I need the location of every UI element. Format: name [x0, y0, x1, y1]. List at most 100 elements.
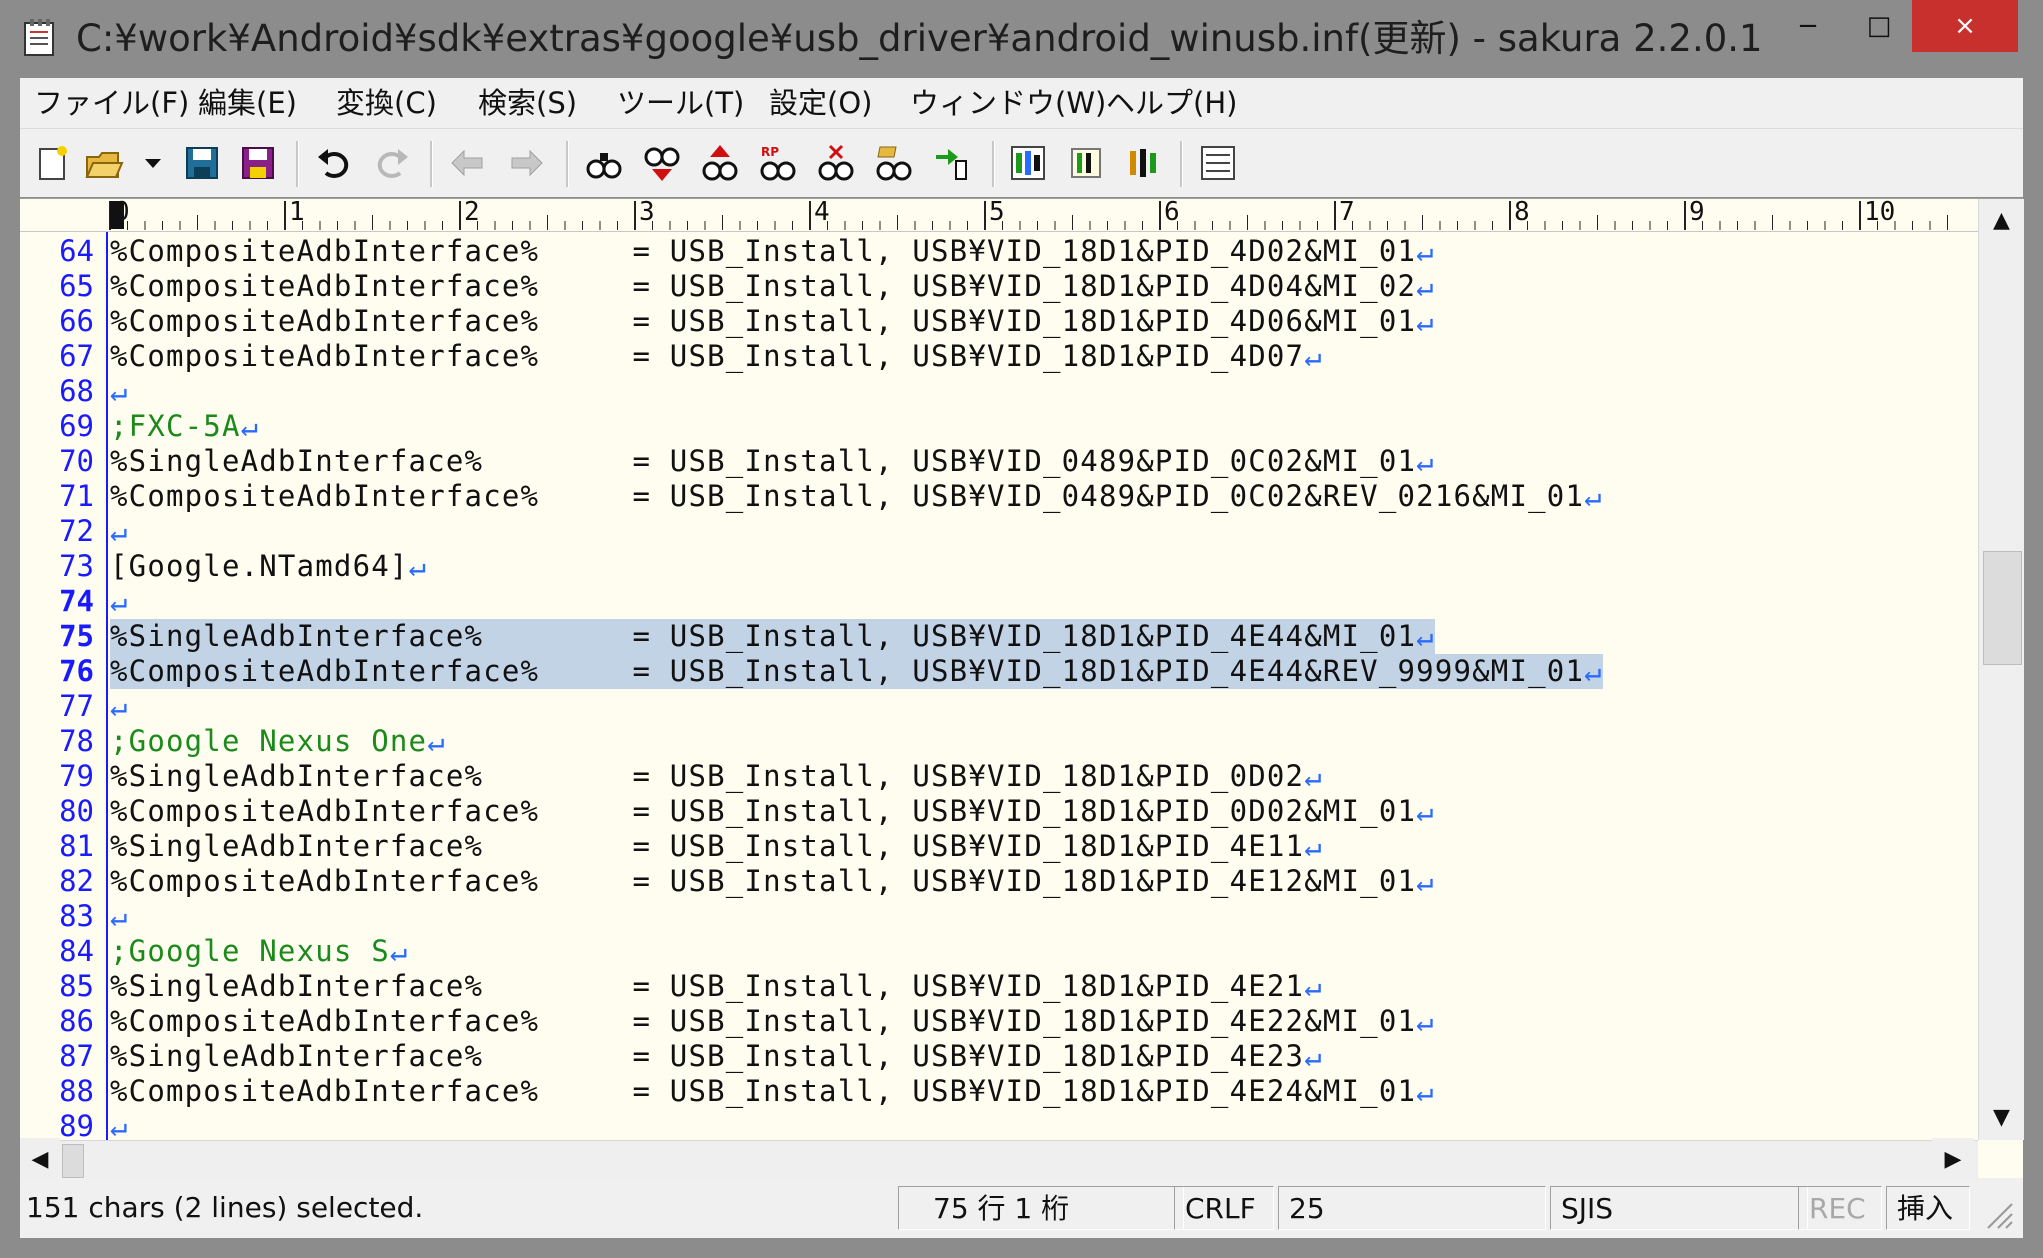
code-line[interactable]: %CompositeAdbInterface% = USB_Install, U…	[110, 479, 1603, 514]
eol-type[interactable]: CRLF	[1174, 1186, 1274, 1230]
newline-mark-icon: ↵	[1304, 969, 1323, 1003]
replace-icon[interactable]: RP	[758, 143, 798, 183]
code-line[interactable]: %SingleAdbInterface% = USB_Install, USB¥…	[110, 759, 1323, 794]
line-number: 80	[59, 794, 94, 828]
code-line[interactable]: ↵	[110, 514, 129, 549]
code-line[interactable]: %CompositeAdbInterface% = USB_Install, U…	[110, 304, 1435, 339]
encoding[interactable]: SJIS	[1550, 1186, 1808, 1230]
toolbar: RP	[20, 129, 2023, 197]
window-list-icon[interactable]	[1198, 143, 1238, 183]
jump-icon[interactable]	[932, 143, 972, 183]
editor-area[interactable]: 012345678910 646566676869707172737475767…	[20, 197, 2024, 1182]
outline-icon[interactable]	[1008, 143, 1048, 183]
grep-icon[interactable]	[874, 143, 914, 183]
code-line[interactable]: ↵	[110, 1109, 129, 1140]
search-icon[interactable]	[584, 143, 624, 183]
scroll-right-arrow[interactable]: ▶	[1932, 1138, 1974, 1182]
code-line-text: %CompositeAdbInterface% = USB_Install, U…	[110, 234, 1417, 268]
menu-tools[interactable]: ツール(T)	[617, 78, 744, 128]
text-content[interactable]: %CompositeAdbInterface% = USB_Install, U…	[110, 232, 1978, 1140]
line-number: 86	[59, 1004, 94, 1038]
code-line[interactable]: %CompositeAdbInterface% = USB_Install, U…	[110, 1004, 1435, 1039]
move-forward-icon[interactable]	[506, 143, 546, 183]
open-dropdown-icon[interactable]	[142, 143, 164, 183]
code-line[interactable]: %SingleAdbInterface% = USB_Install, USB¥…	[110, 619, 1435, 654]
menu-convert[interactable]: 変換(C)	[336, 78, 437, 128]
code-line-text: %SingleAdbInterface% = USB_Install, USB¥…	[110, 619, 1417, 653]
code-line[interactable]: %CompositeAdbInterface% = USB_Install, U…	[110, 1074, 1435, 1109]
close-button[interactable]: ×	[1912, 0, 2018, 52]
save-icon[interactable]	[182, 143, 222, 183]
save-all-icon[interactable]	[238, 143, 278, 183]
line-number: 82	[59, 864, 94, 898]
code-line-text: %SingleAdbInterface% = USB_Install, USB¥…	[110, 1039, 1305, 1073]
ruler-label: 8	[1514, 197, 1530, 227]
code-line-text: %CompositeAdbInterface% = USB_Install, U…	[110, 794, 1417, 828]
vertical-scroll-thumb[interactable]	[1983, 551, 2022, 665]
code-line[interactable]: %CompositeAdbInterface% = USB_Install, U…	[110, 864, 1435, 899]
line-number: 73	[59, 549, 94, 583]
horizontal-scroll-thumb[interactable]	[62, 1144, 84, 1178]
code-line[interactable]: %CompositeAdbInterface% = USB_Install, U…	[110, 234, 1435, 269]
settings-icon[interactable]	[1066, 143, 1106, 183]
menu-settings[interactable]: 設定(O)	[769, 78, 872, 128]
scroll-down-arrow[interactable]: ▼	[1979, 1096, 2024, 1140]
newline-mark-icon: ↵	[1416, 864, 1435, 898]
line-number: 85	[59, 969, 94, 1003]
code-line[interactable]: ;Google Nexus One↵	[110, 724, 446, 759]
code-line[interactable]: ;FXC-5A↵	[110, 409, 259, 444]
newline-mark-icon: ↵	[1416, 444, 1435, 478]
newline-mark-icon: ↵	[110, 584, 129, 618]
code-line[interactable]: ↵	[110, 584, 129, 619]
menu-file[interactable]: ファイル(F)	[34, 78, 189, 128]
insert-mode[interactable]: 挿入	[1886, 1186, 1970, 1230]
code-line[interactable]: ↵	[110, 899, 129, 934]
clear-search-icon[interactable]	[816, 143, 856, 183]
new-file-icon[interactable]	[32, 143, 72, 183]
code-line-text: %SingleAdbInterface% = USB_Install, USB¥…	[110, 829, 1305, 863]
newline-mark-icon: ↵	[110, 514, 129, 548]
selection-status: 151 chars (2 lines) selected.	[26, 1191, 424, 1224]
window-title: C:¥work¥Android¥sdk¥extras¥google¥usb_dr…	[76, 17, 1763, 60]
line-number: 67	[59, 339, 94, 373]
menu-window[interactable]: ウィンドウ(W)	[910, 78, 1106, 128]
code-line[interactable]: ;Google Nexus S↵	[110, 934, 409, 969]
code-line[interactable]: %SingleAdbInterface% = USB_Install, USB¥…	[110, 1039, 1323, 1074]
code-line[interactable]: %CompositeAdbInterface% = USB_Install, U…	[110, 339, 1323, 374]
code-line[interactable]: %SingleAdbInterface% = USB_Install, USB¥…	[110, 829, 1323, 864]
code-line[interactable]: ↵	[110, 689, 129, 724]
resize-grip-icon[interactable]	[1980, 1196, 2014, 1230]
menu-search[interactable]: 検索(S)	[478, 78, 577, 128]
ruler-label: 2	[464, 197, 480, 227]
code-line-text: %SingleAdbInterface% = USB_Install, USB¥…	[110, 969, 1305, 1003]
newline-mark-icon: ↵	[427, 724, 446, 758]
code-line[interactable]: %SingleAdbInterface% = USB_Install, USB¥…	[110, 444, 1435, 479]
move-back-icon[interactable]	[448, 143, 488, 183]
scroll-up-arrow[interactable]: ▲	[1979, 199, 2024, 243]
vertical-scrollbar[interactable]: ▲ ▼	[1978, 199, 2024, 1140]
line-number: 76	[59, 654, 94, 688]
undo-icon[interactable]	[314, 143, 354, 183]
code-line[interactable]: %CompositeAdbInterface% = USB_Install, U…	[110, 654, 1603, 689]
menu-help[interactable]: ヘルプ(H)	[1106, 78, 1237, 128]
code-line[interactable]: ↵	[110, 374, 129, 409]
ruler-label: 3	[639, 197, 655, 227]
maximize-button[interactable]: □	[1846, 0, 1912, 52]
minimize-button[interactable]: −	[1770, 0, 1846, 52]
menu-edit[interactable]: 編集(E)	[198, 78, 297, 128]
code-line[interactable]: %CompositeAdbInterface% = USB_Install, U…	[110, 794, 1435, 829]
horizontal-scrollbar[interactable]: ◀ ▶	[20, 1138, 1978, 1182]
scroll-left-arrow[interactable]: ◀	[20, 1138, 60, 1182]
code-line[interactable]: %CompositeAdbInterface% = USB_Install, U…	[110, 269, 1435, 304]
newline-mark-icon: ↵	[1584, 479, 1603, 513]
code-line[interactable]: [Google.NTamd64]↵	[110, 549, 427, 584]
search-prev-icon[interactable]	[700, 143, 740, 183]
type-settings-icon[interactable]	[1124, 143, 1164, 183]
search-next-icon[interactable]	[642, 143, 682, 183]
open-file-icon[interactable]	[84, 143, 124, 183]
code-line[interactable]: %SingleAdbInterface% = USB_Install, USB¥…	[110, 969, 1323, 1004]
ruler-label: 10	[1864, 197, 1896, 227]
code-line-text: %CompositeAdbInterface% = USB_Install, U…	[110, 864, 1417, 898]
line-number: 84	[59, 934, 94, 968]
redo-icon[interactable]	[372, 143, 412, 183]
